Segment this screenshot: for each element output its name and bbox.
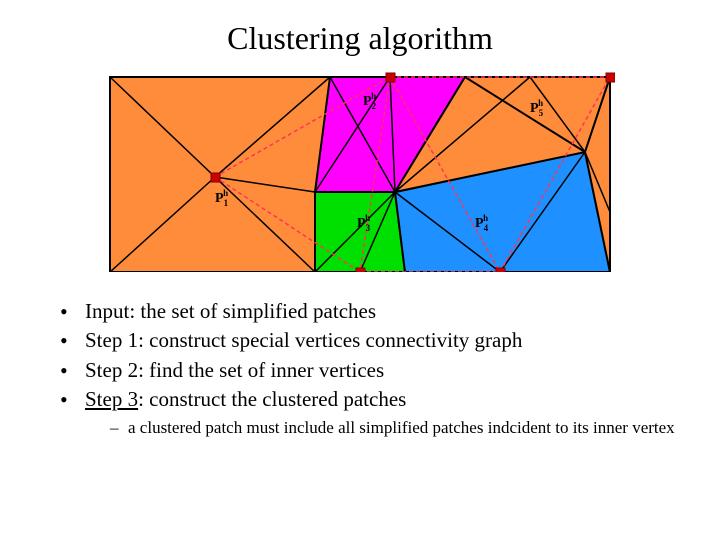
patches-diagram: P1h P2h P3h P4h P5h xyxy=(105,72,615,272)
label-p3: P3h xyxy=(357,213,371,233)
bullet-input: Input: the set of simplified patches xyxy=(60,297,680,326)
bullet-list: Input: the set of simplified patches Ste… xyxy=(60,297,680,415)
vertex-marker xyxy=(356,268,365,272)
bullet-step3: Step 3: construct the clustered patches xyxy=(60,385,680,414)
vertex-marker xyxy=(496,268,505,272)
vertex-marker xyxy=(386,73,395,82)
step3-underline: Step 3 xyxy=(85,387,138,411)
label-p1: P1h xyxy=(215,188,229,208)
content-block: Input: the set of simplified patches Ste… xyxy=(40,297,680,440)
label-p5: P5h xyxy=(530,98,544,118)
sub-bullet-list: a clustered patch must include all simpl… xyxy=(60,417,680,440)
bullet-step2: Step 2: find the set of inner vertices xyxy=(60,356,680,385)
bullet-step1: Step 1: construct special vertices conne… xyxy=(60,326,680,355)
vertex-marker xyxy=(211,173,220,182)
page-title: Clustering algorithm xyxy=(40,20,680,57)
patch-p3 xyxy=(315,192,405,272)
sub-bullet: a clustered patch must include all simpl… xyxy=(110,417,680,440)
label-p2: P2h xyxy=(363,91,377,111)
vertex-marker xyxy=(606,73,615,82)
label-p4: P4h xyxy=(475,213,489,233)
step3-rest: : construct the clustered patches xyxy=(138,387,406,411)
